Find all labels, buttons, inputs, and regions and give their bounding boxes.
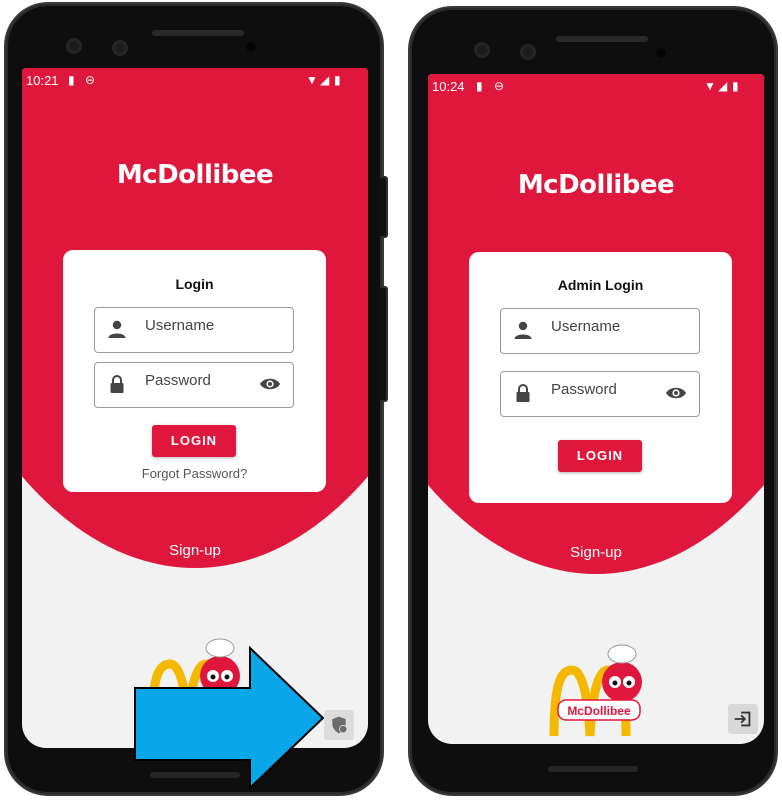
person-icon [514,321,532,339]
show-password-icon[interactable] [665,384,687,402]
status-bar: 10:24 ▮ ⊖ ▼ ◢ ▮ [428,74,764,98]
card-title: Login [175,276,214,292]
sync-icon: ⊖ [85,73,96,87]
bottom-speaker [150,772,240,778]
earpiece-speaker [152,30,244,36]
forgot-password-link[interactable]: Forgot Password? [63,466,326,481]
password-field[interactable] [94,362,294,408]
login-button[interactable]: LOGIN [152,425,236,457]
mcdollibee-logo: McDollibee [549,644,642,737]
person-icon [108,320,126,338]
signal-icon: ◢ [320,73,330,87]
status-time: 10:24 [432,79,465,94]
front-camera [66,38,82,54]
lock-icon [110,375,124,393]
power-button [380,176,388,238]
signup-link[interactable]: Sign-up [22,542,368,559]
left-screen: 10:21 ▮ ⊖ ▼ ◢ ▮ McDollibee Login Usernam… [22,68,368,748]
lock-icon [516,384,530,402]
front-camera [474,42,490,58]
show-password-icon[interactable] [259,375,281,393]
status-time: 10:21 [26,73,59,88]
brand-title: McDollibee [517,170,675,200]
proximity-sensor [246,42,256,52]
sd-card-icon: ▮ [68,73,75,87]
login-card: Login LOGIN Forgot Password? [63,250,326,492]
username-input[interactable] [143,316,257,335]
username-input[interactable] [549,317,663,336]
wifi-icon: ▼ [306,73,318,87]
brand-title: McDollibee [116,160,274,190]
password-input[interactable] [143,371,257,390]
username-field[interactable] [94,307,294,353]
signup-link[interactable]: Sign-up [428,544,764,561]
earpiece-speaker [556,36,648,42]
password-input[interactable] [549,380,663,399]
exit-to-app-button[interactable] [728,704,758,734]
bottom-speaker [548,766,638,772]
admin-login-button[interactable] [324,710,354,740]
proximity-sensor [656,48,666,58]
battery-icon: ▮ [334,73,341,87]
password-field[interactable] [500,371,700,417]
right-phone-frame: 10:24 ▮ ⊖ ▼ ◢ ▮ McDollibee Admin Login U… [410,8,776,794]
front-sensor [520,44,536,60]
admin-login-card: Admin Login LOGIN [469,252,732,503]
volume-button [380,286,388,402]
logo-text: McDollibee [567,704,631,718]
card-title: Admin Login [557,277,644,293]
username-field[interactable] [500,308,700,354]
sd-card-icon: ▮ [476,79,483,93]
mcdollibee-logo [147,638,240,727]
right-screen: 10:24 ▮ ⊖ ▼ ◢ ▮ McDollibee Admin Login U… [428,74,764,744]
login-button[interactable]: LOGIN [558,440,642,472]
sync-icon: ⊖ [494,79,505,93]
front-sensor [112,40,128,56]
status-bar: 10:21 ▮ ⊖ ▼ ◢ ▮ [22,68,368,92]
signal-icon: ◢ [718,79,728,93]
exit-to-app-icon [734,711,751,727]
left-phone-frame: 10:21 ▮ ⊖ ▼ ◢ ▮ McDollibee Login Usernam… [6,4,388,794]
wifi-icon: ▼ [704,79,716,93]
battery-icon: ▮ [732,79,739,93]
admin-shield-icon [332,716,348,734]
